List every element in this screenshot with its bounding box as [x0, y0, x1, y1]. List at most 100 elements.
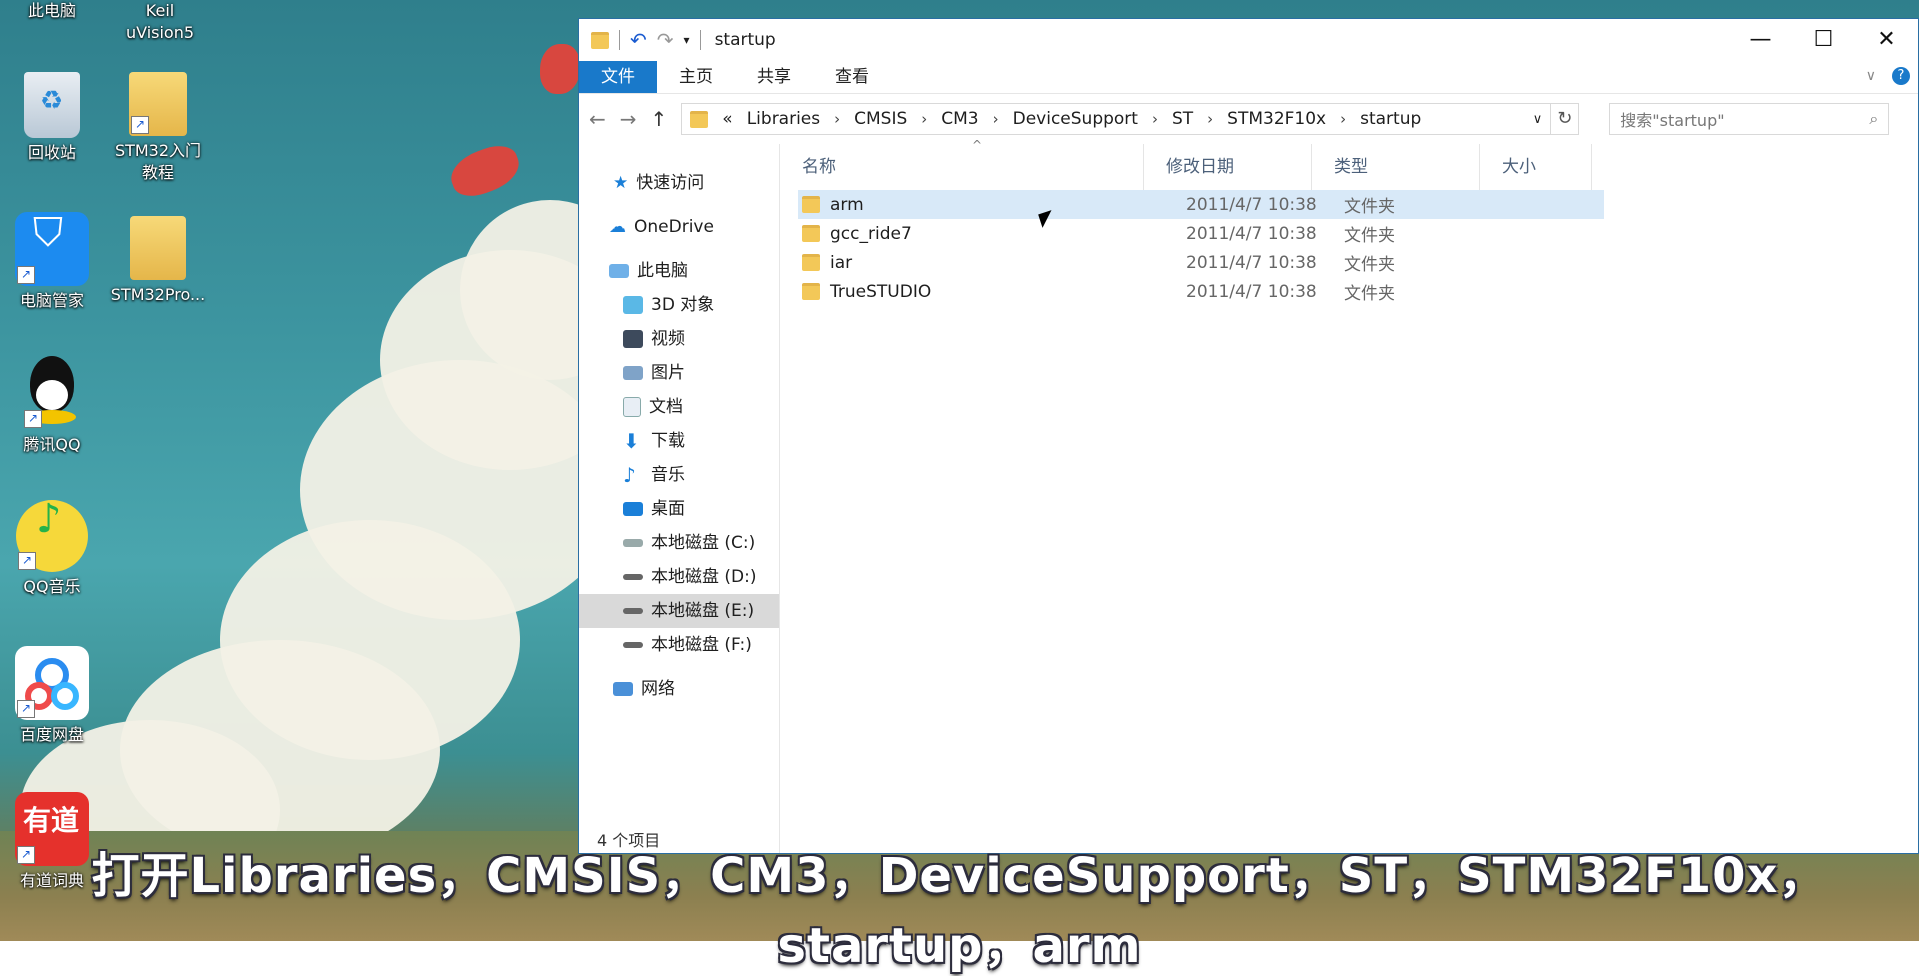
ribbon-tabs: 文件 主页 共享 查看 ∨ ?	[579, 61, 1918, 93]
nav-onedrive[interactable]: ☁ OneDrive	[579, 210, 779, 244]
tab-view[interactable]: 查看	[813, 61, 891, 93]
help-icon[interactable]: ?	[1892, 67, 1910, 85]
column-header-name[interactable]: 名称	[780, 144, 1144, 190]
close-button[interactable]: ✕	[1855, 19, 1918, 61]
nav-this-pc[interactable]: 此电脑	[579, 254, 779, 288]
nav-network[interactable]: 网络	[579, 672, 779, 706]
chevron-right-icon[interactable]: ›	[1152, 110, 1158, 128]
desktop-icon-keil[interactable]: Keil uVision5	[110, 0, 210, 44]
tab-file[interactable]: 文件	[579, 61, 657, 93]
desktop-icon-stm32pro[interactable]: STM32Pro...	[106, 216, 210, 306]
desktop-icon-pc-manager[interactable]: ⛉ ↗ 电脑管家	[4, 212, 100, 312]
back-arrow-icon[interactable]: ←	[589, 107, 606, 131]
nav-3d-objects[interactable]: 3D 对象	[579, 288, 779, 322]
title-bar: ↶ ↷ ▾ startup — ☐ ✕	[579, 19, 1918, 61]
nav-downloads[interactable]: ⬇ 下载	[579, 424, 779, 458]
column-header-size[interactable]: 大小	[1480, 144, 1592, 190]
breadcrumb-startup[interactable]: startup	[1360, 109, 1421, 129]
folder-icon	[802, 254, 820, 271]
file-list: ^ 名称 修改日期 类型 大小 arm 2011/4/7 10:38 文件夹 g…	[780, 138, 1918, 853]
breadcrumb-stm32f10x[interactable]: STM32F10x	[1227, 109, 1326, 129]
desktop-icon-qq[interactable]: ↗ 腾讯QQ	[4, 356, 100, 456]
desktop-icon-label: STM32Pro...	[110, 285, 206, 304]
breadcrumb-st[interactable]: ST	[1172, 109, 1193, 129]
address-bar[interactable]: « Libraries › CMSIS › CM3 › DeviceSuppor…	[681, 103, 1552, 135]
expand-ribbon-chevron-icon[interactable]: ∨	[1866, 68, 1876, 84]
breadcrumb-libraries[interactable]: Libraries	[747, 109, 820, 129]
download-arrow-icon: ⬇	[623, 429, 640, 453]
column-header-date[interactable]: 修改日期	[1144, 144, 1312, 190]
file-type: 文件夹	[1344, 226, 1395, 246]
chevron-right-icon[interactable]: ›	[1207, 110, 1213, 128]
quick-access-toolbar: ↶ ↷ ▾	[579, 28, 701, 52]
folder-icon: ↗	[129, 72, 187, 136]
file-name: gcc_ride7	[830, 223, 912, 244]
file-type: 文件夹	[1344, 255, 1395, 275]
tab-share[interactable]: 共享	[735, 61, 813, 93]
nav-drive-c[interactable]: 本地磁盘 (C:)	[579, 526, 779, 560]
table-row[interactable]: arm 2011/4/7 10:38 文件夹	[798, 190, 1604, 219]
nav-desktop[interactable]: 桌面	[579, 492, 779, 526]
folder-icon	[802, 283, 820, 300]
nav-drive-d[interactable]: 本地磁盘 (D:)	[579, 560, 779, 594]
up-arrow-icon[interactable]: ↑	[651, 107, 668, 131]
shortcut-arrow-icon: ↗	[17, 700, 35, 718]
nav-drive-e[interactable]: 本地磁盘 (E:)	[579, 594, 779, 628]
nav-drive-f[interactable]: 本地磁盘 (F:)	[579, 628, 779, 662]
file-name: arm	[830, 194, 864, 215]
desktop-icon-baidu-netdisk[interactable]: ↗ 百度网盘	[4, 646, 100, 746]
baidu-netdisk-icon: ↗	[15, 646, 89, 720]
maximize-button[interactable]: ☐	[1792, 19, 1855, 61]
address-overflow[interactable]: «	[722, 109, 732, 129]
film-icon	[623, 330, 643, 348]
breadcrumb-cm3[interactable]: CM3	[941, 109, 978, 129]
desktop-icon-qq-music[interactable]: ♪ ↗ QQ音乐	[4, 499, 100, 598]
refresh-icon[interactable]: ↻	[1551, 103, 1580, 135]
shortcut-arrow-icon: ↗	[17, 266, 35, 284]
nav-videos[interactable]: 视频	[579, 322, 779, 356]
customize-toolbar-chevron-icon[interactable]: ▾	[684, 33, 690, 47]
file-name: TrueSTUDIO	[830, 281, 932, 302]
table-row[interactable]: iar 2011/4/7 10:38 文件夹	[798, 248, 1918, 277]
recycle-bin-icon: ♻	[24, 72, 80, 138]
navigation-bar: ← → ↑ « Libraries › CMSIS › CM3 › Device…	[579, 93, 1918, 144]
undo-icon[interactable]: ↶	[630, 28, 647, 52]
folder-icon	[130, 216, 186, 280]
desktop-icon-label: STM32入门教程	[114, 141, 202, 182]
sort-ascending-icon: ^	[972, 138, 983, 152]
redo-icon[interactable]: ↷	[657, 28, 674, 52]
table-row[interactable]: TrueSTUDIO 2011/4/7 10:38 文件夹	[798, 277, 1918, 306]
window-title: startup	[714, 30, 776, 50]
search-placeholder: 搜索"startup"	[1620, 111, 1725, 130]
chevron-right-icon[interactable]: ›	[834, 110, 840, 128]
tab-home[interactable]: 主页	[657, 61, 735, 93]
desktop-icon-stm32-tutorial[interactable]: ↗ STM32入门教程	[108, 72, 208, 184]
nav-music[interactable]: ♪ 音乐	[579, 458, 779, 492]
minimize-button[interactable]: —	[1729, 19, 1792, 61]
desktop-icon	[623, 502, 643, 516]
folder-icon	[802, 225, 820, 242]
video-subtitle: 打开Libraries，CMSIS，CM3，DeviceSupport，ST，S…	[91, 848, 1828, 974]
folder-icon	[690, 110, 709, 128]
file-explorer-window: ↶ ↷ ▾ startup — ☐ ✕ 文件 主页 共享 查看 ∨ ? ← → …	[578, 18, 1919, 854]
file-type: 文件夹	[1344, 284, 1395, 304]
forward-arrow-icon[interactable]: →	[620, 107, 637, 131]
nav-pictures[interactable]: 图片	[579, 356, 779, 390]
chevron-right-icon[interactable]: ›	[993, 110, 999, 128]
folder-icon	[591, 31, 609, 49]
desktop-icon-recycle-bin[interactable]: ♻ 回收站	[4, 72, 100, 164]
column-header-type[interactable]: 类型	[1312, 144, 1480, 190]
breadcrumb-cmsis[interactable]: CMSIS	[854, 109, 907, 129]
table-row[interactable]: gcc_ride7 2011/4/7 10:38 文件夹	[798, 219, 1918, 248]
column-headers: ^ 名称 修改日期 类型 大小	[780, 138, 1918, 190]
breadcrumb-devicesupport[interactable]: DeviceSupport	[1013, 109, 1138, 129]
chevron-right-icon[interactable]: ›	[1340, 110, 1346, 128]
desktop-icon-this-pc[interactable]: 此电脑	[4, 0, 100, 22]
address-dropdown-chevron-icon[interactable]: ∨	[1533, 112, 1543, 127]
nav-quick-access[interactable]: ★ 快速访问	[579, 166, 779, 200]
chevron-right-icon[interactable]: ›	[921, 110, 927, 128]
desktop-icon-label: QQ音乐	[23, 577, 81, 596]
nav-documents[interactable]: 文档	[579, 390, 779, 424]
file-date: 2011/4/7 10:38	[1186, 194, 1317, 215]
search-input[interactable]: 搜索"startup" ⌕	[1609, 103, 1890, 135]
